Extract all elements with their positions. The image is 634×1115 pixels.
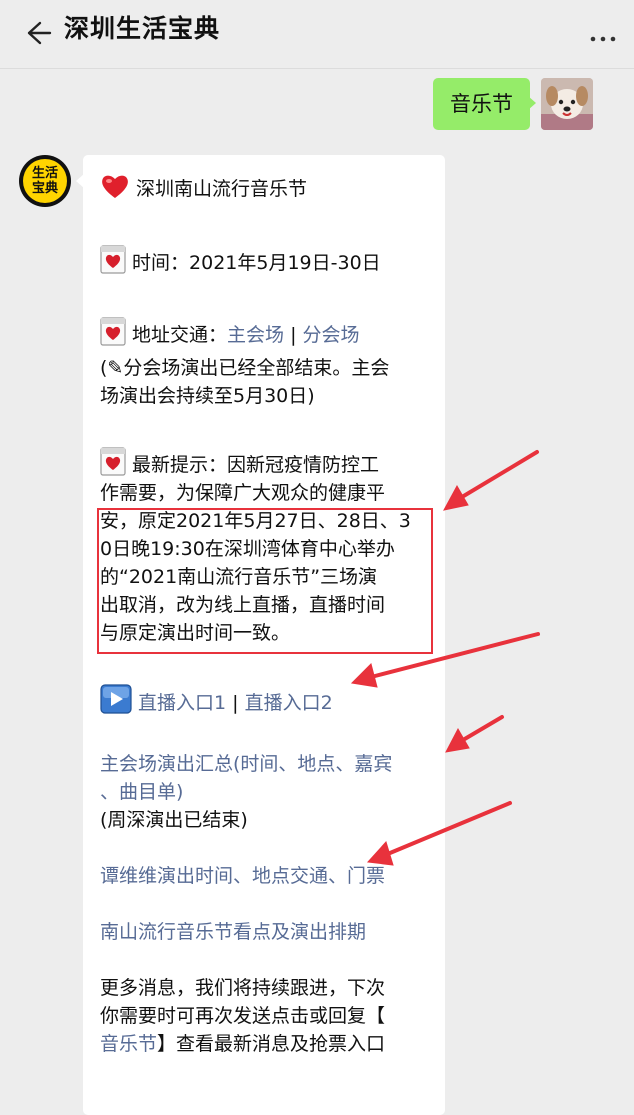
music-festival-reply-link[interactable]: 音乐节 (100, 1033, 157, 1055)
bot-avatar-line1: 生活 (31, 166, 58, 181)
tip-line-3: 安，原定2021年5月27日、28日、3 (100, 510, 411, 532)
dog-avatar-icon (541, 78, 593, 130)
venue-note: (✎分会场演出已经全部结束。主会 场演出会持续至5月30日) (100, 354, 425, 410)
address-line: 地址交通：主会场 | 分会场 (100, 316, 425, 349)
live-stream-line: 直播入口1 | 直播入口2 (100, 684, 425, 717)
tip-line-7: 与原定演出时间一致。 (100, 622, 291, 644)
play-icon[interactable] (100, 684, 132, 714)
user-message-bubble[interactable]: 音乐节 (433, 78, 530, 130)
more-line-2: 你需要时可再次发送点击或回复【 (100, 1005, 386, 1027)
festival-title: 深圳南山流行音乐节 (136, 178, 308, 200)
tip-line-1: 最新提示：因新冠疫情防控工 (132, 454, 380, 476)
user-avatar[interactable] (541, 78, 593, 130)
summary-line-1: 主会场演出汇总(时间、地点、嘉宾 (100, 753, 393, 775)
heart-icon (102, 175, 128, 198)
top-bar: 深圳生活宝典 (0, 0, 634, 69)
user-bubble-tail (528, 96, 536, 110)
bot-avatar-logo: 生活 宝典 (23, 159, 67, 203)
live-link-1[interactable]: 直播入口1 (138, 692, 226, 714)
festival-title-line: 深圳南山流行音乐节 (100, 172, 425, 203)
summary-line-2: 、曲目单) (100, 781, 184, 803)
tip-line-6: 出取消，改为线上直播，直播时间 (100, 594, 386, 616)
time-line: 时间：2021年5月19日-30日 (100, 244, 425, 277)
bot-avatar-line2: 宝典 (31, 181, 58, 196)
tip-line-5: 的“2021南山流行音乐节”三场演 (100, 566, 378, 588)
red-arrow-icon (443, 450, 539, 511)
more-info: 更多消息，我们将持续跟进，下次 你需要时可再次发送点击或回复【 音乐节】查看最新… (100, 974, 425, 1058)
summary-block: 主会场演出汇总(时间、地点、嘉宾 、曲目单) (周深演出已结束) (100, 750, 425, 834)
calendar-icon (100, 447, 126, 476)
page-title: 深圳生活宝典 (64, 14, 221, 43)
bot-avatar[interactable]: 生活 宝典 (19, 155, 71, 207)
tip-line-2: 作需要，为保障广大观众的健康平 (100, 482, 386, 504)
address-label: 地址交通： (132, 324, 228, 346)
highlights-link[interactable]: 南山流行音乐节看点及演出排期 (100, 918, 425, 946)
more-line-3: 】查看最新消息及抢票入口 (157, 1033, 386, 1055)
red-arrow-icon (445, 715, 504, 753)
time-value: 2021年5月19日-30日 (189, 252, 381, 274)
sub-venue-link[interactable]: 分会场 (303, 324, 360, 346)
separator: | (284, 324, 303, 346)
summary-note: (周深演出已结束) (100, 809, 248, 831)
more-line-1: 更多消息，我们将持续跟进，下次 (100, 977, 386, 999)
note-line-1: (✎分会场演出已经全部结束。主会 (100, 357, 390, 379)
live-link-2[interactable]: 直播入口2 (245, 692, 333, 714)
calendar-icon (100, 245, 126, 274)
main-venue-link[interactable]: 主会场 (227, 324, 284, 346)
latest-tip: 最新提示：因新冠疫情防控工 作需要，为保障广大观众的健康平 安，原定2021年5… (100, 446, 425, 647)
tan-weiwei-link[interactable]: 谭维维演出时间、地点交通、门票 (100, 862, 425, 890)
tip-line-4: 0日晚19:30在深圳湾体育中心举办 (100, 538, 395, 560)
summary-link[interactable]: 主会场演出汇总(时间、地点、嘉宾 、曲目单) (100, 753, 392, 803)
calendar-icon (100, 317, 126, 346)
separator: | (226, 692, 245, 714)
more-dots-icon[interactable] (588, 34, 618, 44)
time-label: 时间： (132, 252, 190, 274)
note-line-2: 场演出会持续至5月30日) (100, 385, 315, 407)
back-arrow-icon[interactable] (22, 18, 52, 48)
